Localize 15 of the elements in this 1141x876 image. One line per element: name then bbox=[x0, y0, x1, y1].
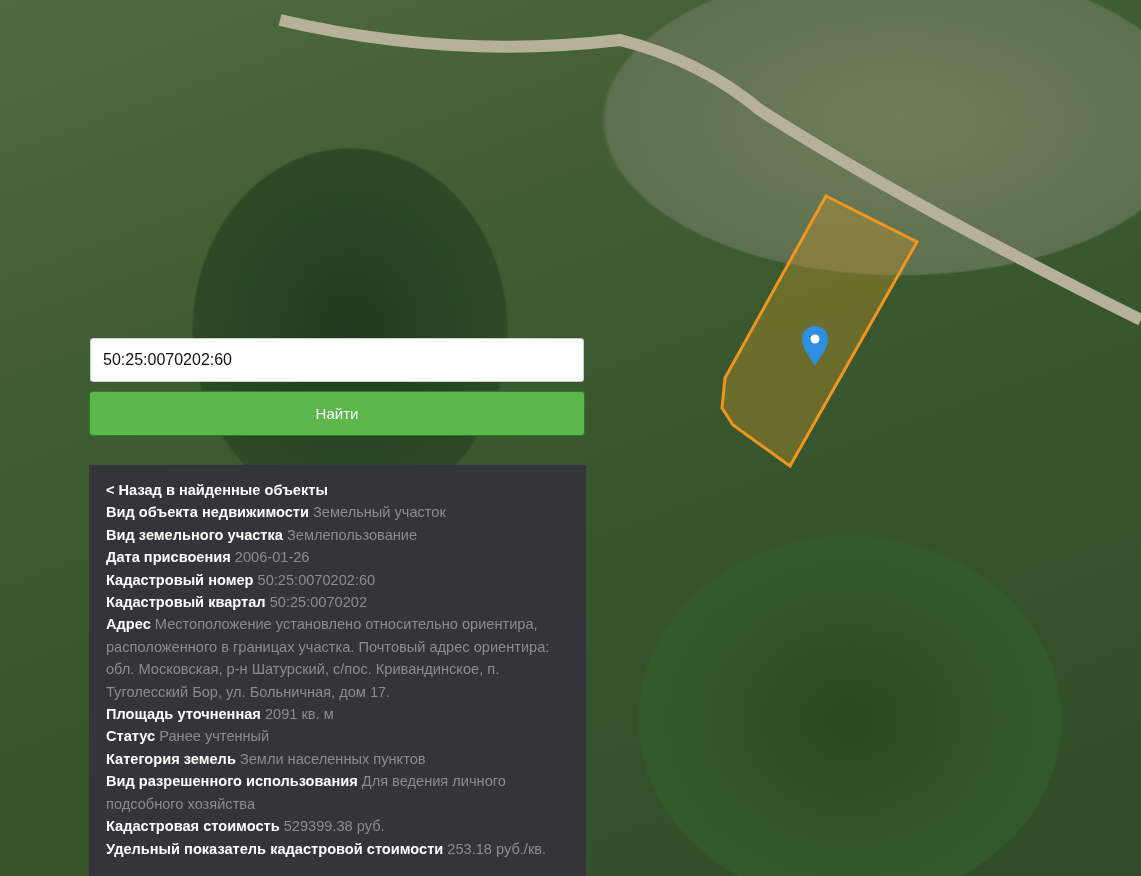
property-row-text: Вид объекта недвижимости Земельный участок bbox=[106, 503, 447, 523]
property-row-text: Кадастровая стоимость 529399.38 руб. bbox=[106, 817, 386, 837]
search-field[interactable]: 50:25:0070202:60 bbox=[90, 338, 584, 382]
property-row-text: Вид земельного участка Землепользование bbox=[106, 525, 419, 545]
property-row-text: Площадь уточненная 2091 кв. м bbox=[106, 705, 335, 725]
back-link[interactable]: < Назад в найденные объекты bbox=[106, 479, 566, 502]
property-row-text: Статус Ранее учтенный bbox=[106, 727, 271, 747]
property-row-text: Адрес Местоположение установлено относительно ориентира, расположенного в границах участка. Почтовый адрес ориентира: обл. Московская, р-н Шатурский, с/пос. Кривандинское, п. Туголесский Бор, ул. Больничная, дом 17. bbox=[106, 615, 551, 702]
property-row-text: Вид разрешенного использования Для ведения личного подсобного хозяйства bbox=[106, 772, 507, 814]
property-row-text: Кадастровый номер 50:25:0070202:60 bbox=[106, 570, 377, 590]
property-row-text: Удельный показатель кадастровой стоимости 253.18 руб./кв. bbox=[106, 839, 548, 859]
map-pin-icon bbox=[802, 326, 828, 366]
property-row-text: Дата присвоения 2006-01-26 bbox=[106, 548, 311, 568]
property-row-text: Категория земель Земли населенных пунктов bbox=[106, 749, 427, 769]
property-row-text: Кадастровый квартал 50:25:0070202 bbox=[106, 593, 369, 613]
